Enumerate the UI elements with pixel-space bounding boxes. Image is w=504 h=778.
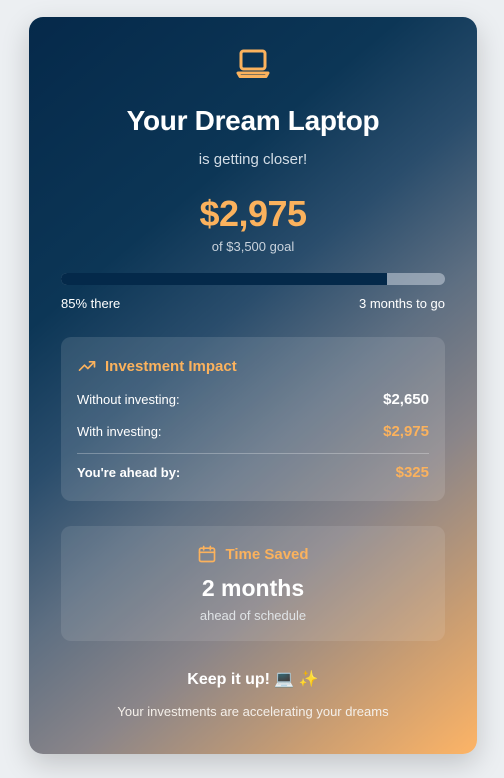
time-saved-title: Time Saved [225,545,309,563]
time-saved-header: Time Saved [61,544,445,564]
time-saved-value: 2 months [201,575,305,601]
with-investing-row: With investing: $2,975 [77,423,429,440]
goal-subtitle: is getting closer! [198,151,308,168]
impact-divider [77,453,429,454]
ahead-by-row: You're ahead by: $325 [77,464,429,481]
ahead-by-value: $325 [395,464,429,481]
without-investing-value: $2,650 [383,391,429,408]
progress-bar [61,273,445,285]
trending-up-icon [77,356,97,376]
laptop-icon [233,44,273,84]
investment-impact-title: Investment Impact [105,357,237,375]
with-investing-label: With investing: [77,424,162,439]
ahead-by-label: You're ahead by: [77,465,181,480]
goal-target: of $3,500 goal [211,239,295,254]
progress-percent-label: 85% there [61,296,121,311]
keep-it-up-headline: Keep it up! 💻 ✨ [187,671,319,688]
goal-card: Your Dream Laptop is getting closer! $2,… [29,17,477,754]
without-investing-label: Without investing: [77,392,180,407]
without-investing-row: Without investing: $2,650 [77,391,429,408]
with-investing-value: $2,975 [383,423,429,440]
time-saved-subtitle: ahead of schedule [199,608,307,623]
saved-amount: $2,975 [199,193,307,234]
time-remaining-label: 3 months to go [359,296,445,311]
time-saved-panel: Time Saved 2 months ahead of schedule [61,526,445,641]
progress-fill [61,273,388,285]
footer-message: Your investments are accelerating your d… [117,704,389,719]
investment-impact-header: Investment Impact [77,356,237,376]
calendar-icon [197,544,217,564]
investment-impact-panel: Investment Impact Without investing: $2,… [61,337,445,501]
goal-title: Your Dream Laptop [126,105,380,136]
